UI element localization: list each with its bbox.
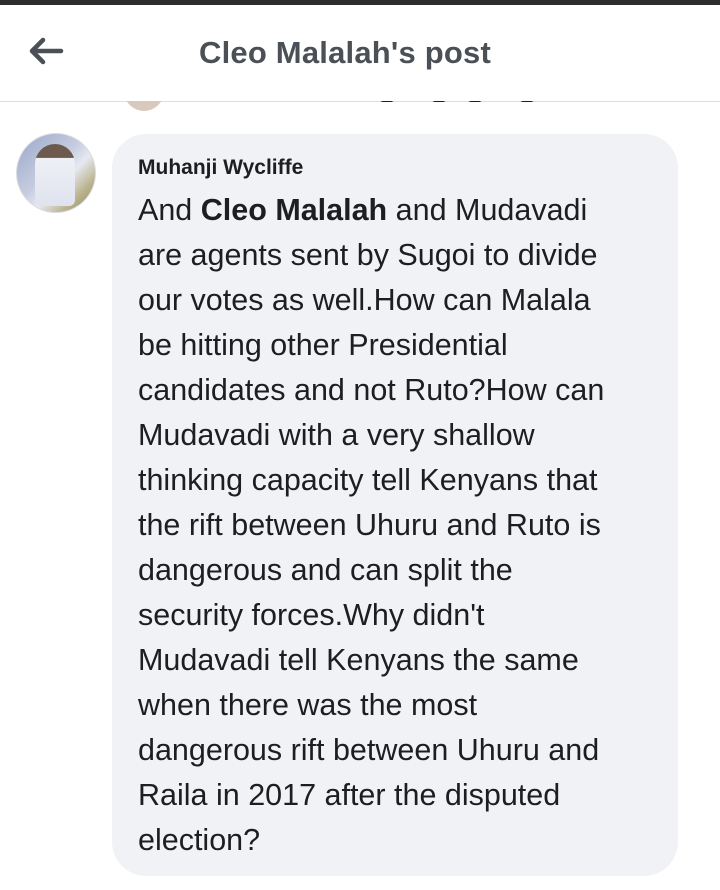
commenter-name[interactable]: Muhanji Wycliffe [138,156,303,180]
avatar[interactable] [16,133,96,213]
comment-text-start: And [138,193,201,227]
post-header: Cleo Malalah's post [0,5,720,102]
mention-link[interactable]: Cleo Malalah [201,193,387,227]
previous-comment-avatar [124,101,164,111]
comment-bubble[interactable]: Muhanji Wycliffe And Cleo Malalah and Mu… [112,134,678,876]
previous-comment-text-fragment [380,101,560,105]
comment-text-rest: and Mudavadi are agents sent by Sugoi to… [138,193,605,857]
avatar-photo [35,144,75,206]
page-title: Cleo Malalah's post [199,35,491,70]
previous-comment-peek [0,101,720,113]
comment-text: And Cleo Malalah and Mudavadi are agents… [138,188,668,863]
